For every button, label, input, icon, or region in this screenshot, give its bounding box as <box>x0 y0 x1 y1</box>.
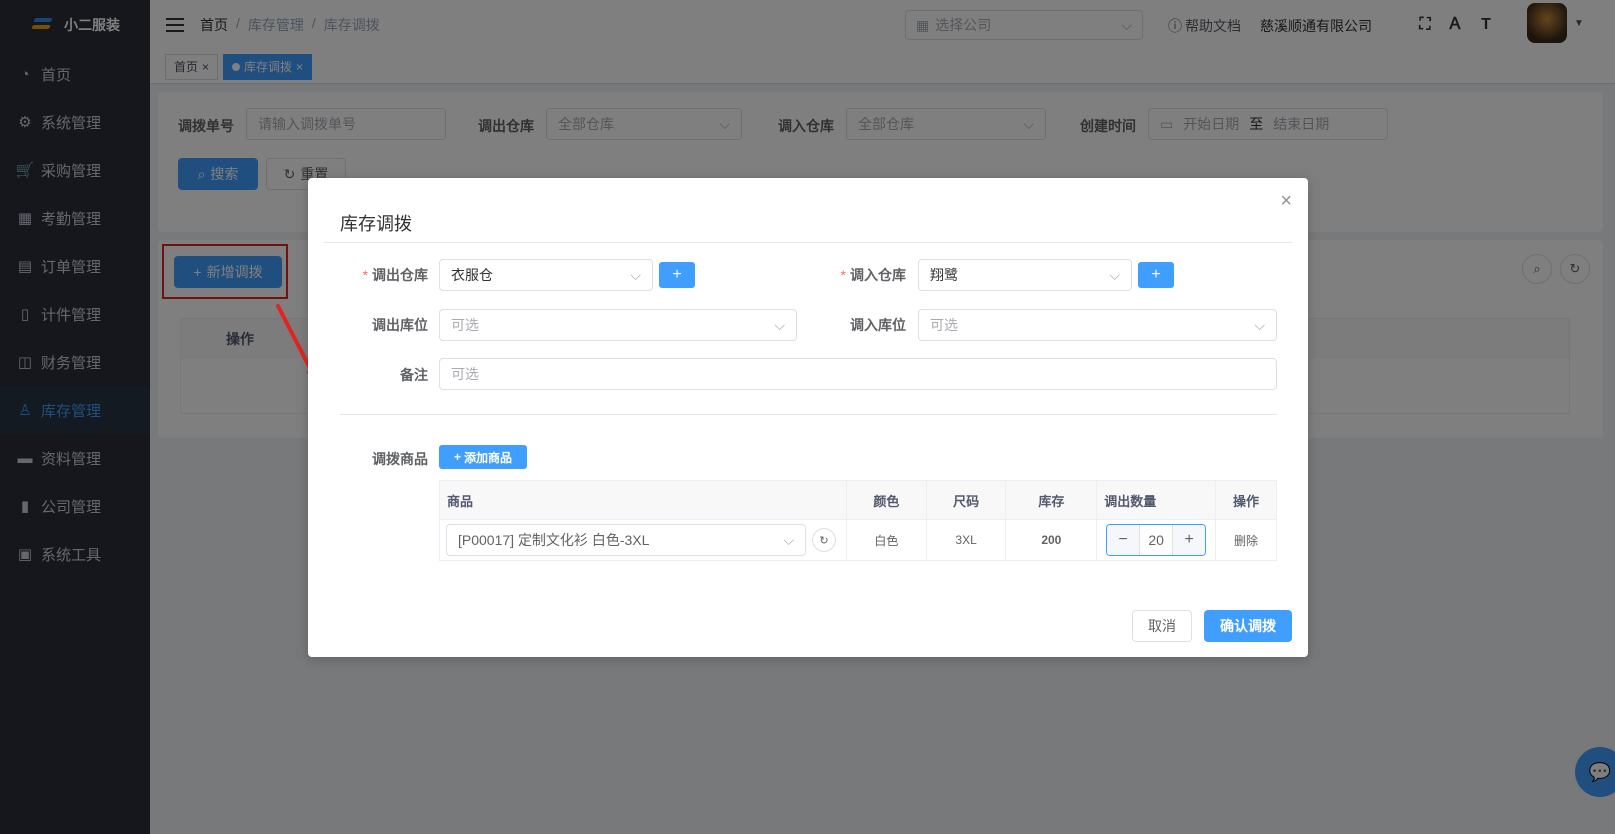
chevron-down-icon: ⌵ <box>783 531 794 548</box>
confirm-transfer-button[interactable]: 确认调拨 <box>1204 610 1292 642</box>
out-warehouse-field[interactable]: 衣服仓 ⌵ <box>439 259 653 291</box>
chevron-down-icon: ⌵ <box>774 316 785 333</box>
goods-table: 商品 颜色 尺码 库存 调出数量 操作 [P00017] 定制文化衫 白色-3X… <box>439 480 1277 561</box>
chevron-down-icon: ⌵ <box>1109 266 1120 283</box>
chevron-down-icon: ⌵ <box>1254 316 1265 333</box>
chevron-down-icon: ⌵ <box>630 266 641 283</box>
plus-icon: + <box>672 266 682 283</box>
out-location-select[interactable]: 可选 ⌵ <box>439 309 797 341</box>
cancel-button[interactable]: 取消 <box>1132 610 1192 642</box>
remark-label: 备注 <box>400 367 428 383</box>
product-select[interactable]: [P00017] 定制文化衫 白色-3XL ⌵ <box>446 524 806 556</box>
size-cell: 3XL <box>925 519 1007 561</box>
in-location-select[interactable]: 可选 ⌵ <box>918 309 1277 341</box>
quantity-input[interactable]: 20 <box>1139 525 1174 555</box>
col-color: 颜色 <box>845 480 927 520</box>
quantity-stepper: − 20 + <box>1106 524 1207 556</box>
title-divider <box>324 242 1292 243</box>
plus-icon[interactable]: + <box>1173 525 1206 555</box>
plus-icon: + <box>453 450 461 464</box>
out-location-label: 调出库位 <box>372 317 428 333</box>
remark-placeholder: 可选 <box>451 366 479 382</box>
col-stock: 库存 <box>1005 480 1098 520</box>
add-out-warehouse-button[interactable]: + <box>659 262 695 288</box>
form-divider <box>340 414 1277 415</box>
col-product: 商品 <box>439 480 847 520</box>
in-location-label: 调入库位 <box>850 317 906 333</box>
color-cell: 白色 <box>845 519 927 561</box>
col-size: 尺码 <box>925 480 1007 520</box>
table-row: [P00017] 定制文化衫 白色-3XL ⌵ ↻ 白色 3XL 200 − 20… <box>439 519 1277 561</box>
add-in-warehouse-button[interactable]: + <box>1138 262 1174 288</box>
add-goods-label: 添加商品 <box>464 450 513 465</box>
close-icon[interactable]: × <box>1280 190 1292 213</box>
refresh-icon[interactable]: ↻ <box>812 528 836 552</box>
add-goods-button[interactable]: + 添加商品 <box>439 445 527 469</box>
product-cell: [P00017] 定制文化衫 白色-3XL ⌵ ↻ <box>439 519 847 561</box>
out-warehouse-value: 衣服仓 <box>451 267 493 283</box>
plus-icon: + <box>1151 266 1161 283</box>
stock-cell: 200 <box>1005 519 1098 561</box>
transfer-dialog: 库存调拨 × * 调出仓库 衣服仓 ⌵ + * 调入仓库 翔鹭 ⌵ + 调出库位 可选 ⌵… <box>308 178 1308 657</box>
remark-input[interactable]: 可选 <box>439 358 1277 390</box>
col-qty: 调出数量 <box>1096 480 1217 520</box>
minus-icon[interactable]: − <box>1107 525 1140 555</box>
in-warehouse-value: 翔鹭 <box>930 267 958 283</box>
goods-label: 调拨商品 <box>372 451 428 467</box>
col-action: 操作 <box>1215 480 1277 520</box>
out-location-placeholder: 可选 <box>451 317 479 333</box>
in-warehouse-field[interactable]: 翔鹭 ⌵ <box>918 259 1132 291</box>
in-warehouse-field-label: * 调入仓库 <box>840 267 906 283</box>
out-warehouse-field-label: * 调出仓库 <box>362 267 428 283</box>
delete-link[interactable]: 删除 <box>1215 519 1277 561</box>
qty-cell: − 20 + <box>1096 519 1217 561</box>
dialog-title: 库存调拨 <box>340 214 412 234</box>
product-value: [P00017] 定制文化衫 白色-3XL <box>458 532 650 548</box>
in-location-placeholder: 可选 <box>930 317 958 333</box>
